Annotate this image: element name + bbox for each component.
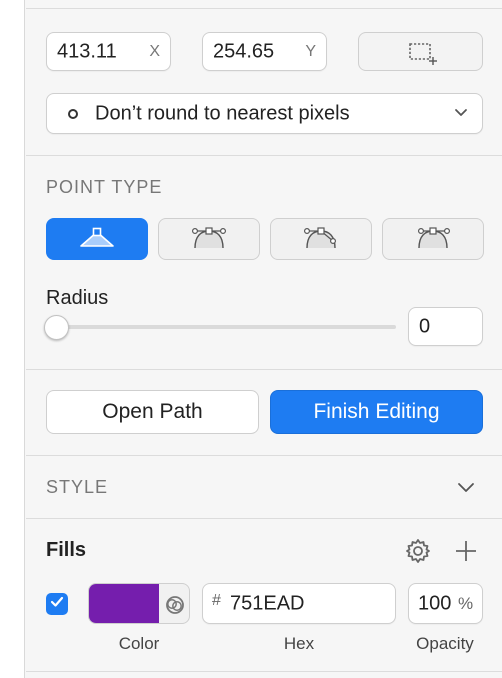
radius-slider-knob[interactable] <box>44 315 69 340</box>
color-variable-icon[interactable] <box>163 593 187 622</box>
radius-slider[interactable] <box>46 325 396 329</box>
color-caption: Color <box>118 634 160 653</box>
rounding-dropdown[interactable]: Don’t round to nearest pixels <box>46 93 483 134</box>
checkmark-icon <box>50 595 64 613</box>
radius-value: 0 <box>419 315 431 337</box>
x-suffix: X <box>149 42 160 60</box>
fills-title: Fills <box>46 539 87 561</box>
asymmetric-point-icon <box>413 224 453 255</box>
open-path-button[interactable]: Open Path <box>46 390 259 434</box>
fill-color-well[interactable] <box>88 583 190 624</box>
radius-label: Radius <box>46 287 109 309</box>
straight-point-icon <box>77 224 117 255</box>
hex-caption: Hex <box>283 634 315 653</box>
radio-circle-icon <box>68 108 78 119</box>
y-position-field[interactable]: 254.65 Y <box>202 32 327 71</box>
divider <box>26 518 502 519</box>
marquee-select-icon <box>408 42 438 71</box>
hex-value: 751EAD <box>230 592 305 614</box>
color-swatch[interactable] <box>89 584 159 623</box>
x-value: 413.11 <box>57 40 117 62</box>
opacity-value: 100 <box>418 592 452 614</box>
inspector-panel: 413.11 X 254.65 Y Don’t round to nearest… <box>26 0 502 678</box>
fill-enabled-checkbox[interactable] <box>46 593 68 615</box>
hex-input[interactable]: # 751EAD <box>202 583 396 624</box>
rounding-selected: Don’t round to nearest pixels <box>95 102 350 124</box>
opacity-input[interactable]: 100 % <box>408 583 483 624</box>
hex-prefix: # <box>212 592 221 609</box>
chevron-down-icon[interactable] <box>456 481 476 500</box>
opacity-caption: Opacity <box>416 634 474 653</box>
point-type-asymmetric-button[interactable] <box>382 218 484 260</box>
y-value: 254.65 <box>213 40 275 62</box>
mirrored-point-icon <box>189 224 229 255</box>
x-position-field[interactable]: 413.11 X <box>46 32 171 71</box>
divider <box>26 671 502 672</box>
point-type-mirrored-button[interactable] <box>158 218 260 260</box>
point-type-title: POINT TYPE <box>46 177 163 197</box>
point-type-straight-button[interactable] <box>46 218 148 260</box>
divider <box>26 455 502 456</box>
point-type-disconnected-button[interactable] <box>270 218 372 260</box>
finish-editing-button[interactable]: Finish Editing <box>270 390 483 434</box>
y-suffix: Y <box>305 42 316 60</box>
plus-icon[interactable] <box>454 539 478 568</box>
chevron-down-icon <box>454 105 468 123</box>
style-title: STYLE <box>46 477 109 497</box>
divider <box>26 8 502 9</box>
divider <box>26 369 502 370</box>
pixel-snap-button[interactable] <box>358 32 483 71</box>
radius-input[interactable]: 0 <box>408 307 483 346</box>
opacity-unit: % <box>458 593 474 613</box>
divider <box>26 155 502 156</box>
canvas-edge <box>0 0 25 678</box>
gear-icon[interactable] <box>405 538 431 569</box>
disconnected-point-icon <box>301 224 341 255</box>
